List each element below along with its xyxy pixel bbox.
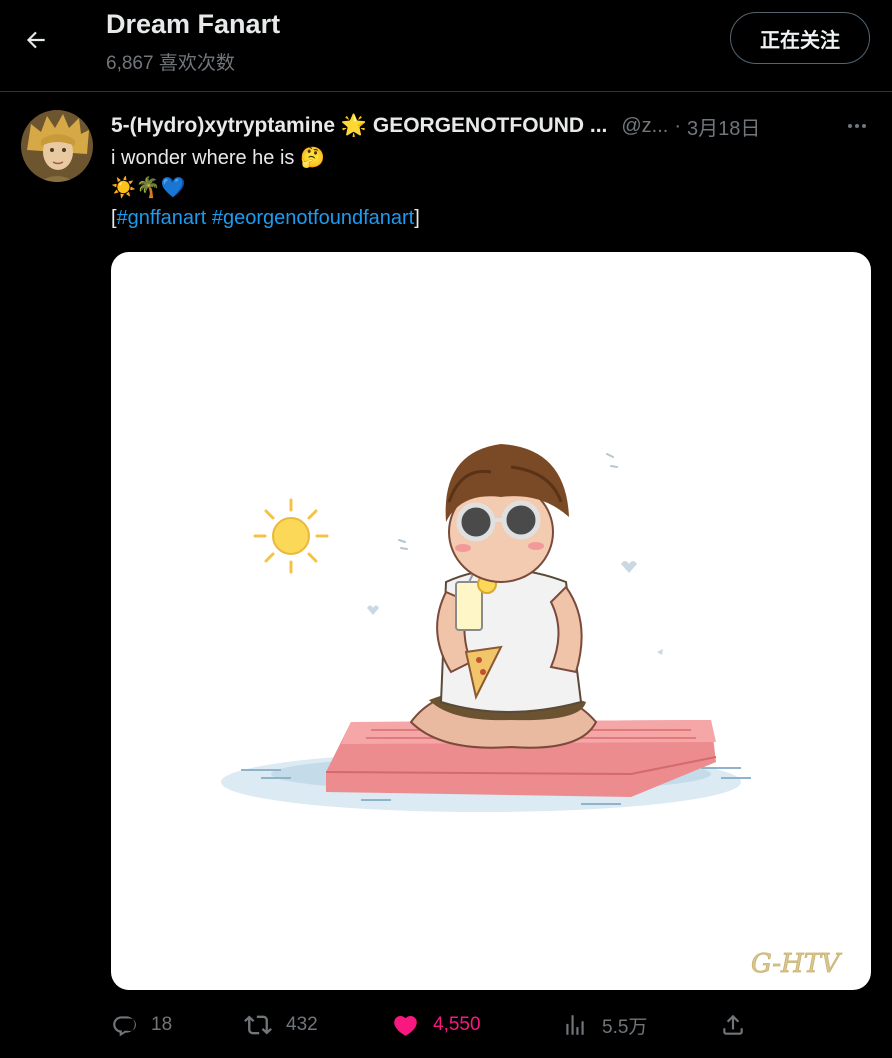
tweet-action-bar: 18 432 4,550 5.5万 (0, 1002, 892, 1048)
reply-count: 18 (151, 1014, 173, 1035)
tweet-header: 5-(Hydro)xytryptamine 🌟 GEORGENOTFOUND .… (111, 112, 760, 140)
more-horizontal-icon (848, 124, 866, 128)
tweet-date[interactable]: 3月18日 (687, 112, 760, 141)
more-options-button[interactable] (838, 112, 876, 140)
reply-button[interactable]: 18 (111, 1002, 172, 1048)
bracket-close: ] (414, 207, 420, 229)
likes-count-subtitle: 6,867 喜欢次数 (106, 53, 235, 74)
tweet-hashtags-line: [#gnffanart #georgenotfoundfanart ] (111, 203, 420, 233)
author-name[interactable]: 5-(Hydro)xytryptamine 🌟 GEORGENOTFOUND .… (111, 114, 607, 138)
retweet-button[interactable]: 432 (244, 1002, 318, 1048)
author-avatar[interactable] (21, 110, 93, 182)
tweet-text-line: i wonder where he is 🤔 (111, 147, 325, 169)
separator-dot: · (674, 114, 682, 137)
views-icon (566, 1015, 584, 1035)
hashtag-gnffanart[interactable]: #gnffanart (117, 203, 207, 233)
sun-drawing (253, 498, 329, 574)
tweet-text: i wonder where he is 🤔 ☀️🌴💙 [#gnffanart … (111, 143, 420, 233)
like-count: 4,550 (433, 1014, 481, 1035)
retweet-icon (244, 1015, 272, 1035)
back-button[interactable] (16, 20, 56, 60)
page-header: Dream Fanart 6,867 喜欢次数 正在关注 (0, 0, 892, 92)
reply-icon (113, 1016, 136, 1037)
heart-filled-icon (394, 1015, 417, 1036)
like-button[interactable]: 4,550 (392, 1002, 481, 1048)
tweet-emoji-line: ☀️🌴💙 (111, 177, 186, 199)
share-icon (723, 1014, 743, 1035)
arrow-left-icon (26, 31, 45, 49)
following-button[interactable]: 正在关注 (730, 12, 870, 64)
hashtag-georgenotfoundfanart[interactable]: #georgenotfoundfanart (212, 203, 414, 233)
tweet-media-image[interactable]: G-HTV (111, 252, 871, 990)
page-title: Dream Fanart (106, 9, 281, 39)
views-count: 5.5万 (602, 1016, 648, 1038)
artist-signature: G-HTV (751, 949, 842, 979)
author-handle[interactable]: @z... (621, 115, 668, 138)
share-button[interactable] (720, 1002, 746, 1048)
views-button[interactable]: 5.5万 (562, 1002, 647, 1048)
retweet-count: 432 (286, 1014, 318, 1035)
